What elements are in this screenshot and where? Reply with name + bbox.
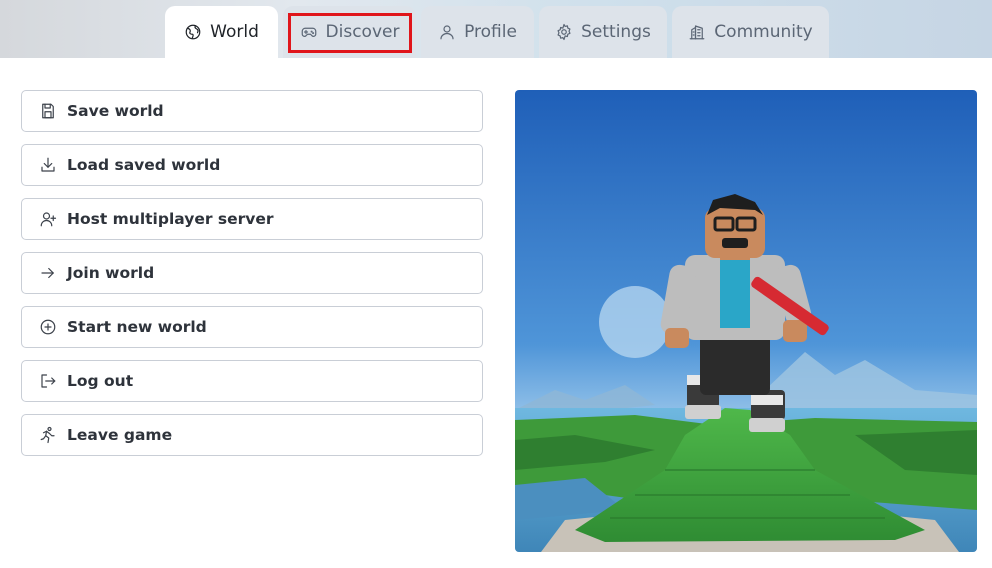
- user-icon: [440, 25, 454, 40]
- menu-label: Log out: [67, 372, 134, 390]
- tab-label: Discover: [325, 22, 400, 42]
- tab-label: Community: [714, 22, 813, 42]
- menu-label: Leave game: [67, 426, 173, 444]
- top-navigation-bar: World Discover Profile Settings Communit…: [0, 0, 992, 58]
- tab-label: Profile: [464, 22, 517, 42]
- tab-world[interactable]: World: [165, 6, 278, 58]
- tab-profile[interactable]: Profile: [421, 6, 534, 58]
- download-icon: [41, 157, 55, 172]
- menu-label: Start new world: [67, 318, 207, 336]
- menu-label: Host multiplayer server: [67, 210, 274, 228]
- load-saved-world-button[interactable]: Load saved world: [21, 144, 483, 186]
- log-out-button[interactable]: Log out: [21, 360, 483, 402]
- logout-icon: [41, 374, 56, 388]
- tab-label: World: [210, 22, 259, 42]
- start-new-world-button[interactable]: Start new world: [21, 306, 483, 348]
- building-icon: [689, 25, 705, 40]
- gear-icon: [557, 23, 571, 41]
- running-person-icon: [40, 426, 55, 444]
- arrow-right-icon: [41, 267, 54, 279]
- avatar-on-hill-image: [515, 90, 977, 552]
- join-world-button[interactable]: Join world: [21, 252, 483, 294]
- globe-icon: [185, 24, 201, 40]
- menu-label: Join world: [67, 264, 155, 282]
- gamepad-icon: [301, 27, 316, 37]
- host-multiplayer-server-button[interactable]: Host multiplayer server: [21, 198, 483, 240]
- menu-label: Load saved world: [67, 156, 221, 174]
- tab-community[interactable]: Community: [672, 6, 829, 58]
- leave-game-button[interactable]: Leave game: [21, 414, 483, 456]
- tab-discover[interactable]: Discover: [283, 6, 416, 58]
- plus-circle-icon: [40, 319, 56, 335]
- save-world-button[interactable]: Save world: [21, 90, 483, 132]
- tab-label: Settings: [581, 22, 651, 42]
- tab-settings[interactable]: Settings: [539, 6, 667, 58]
- menu-label: Save world: [67, 102, 164, 120]
- save-icon: [42, 103, 54, 119]
- user-plus-icon: [40, 212, 57, 227]
